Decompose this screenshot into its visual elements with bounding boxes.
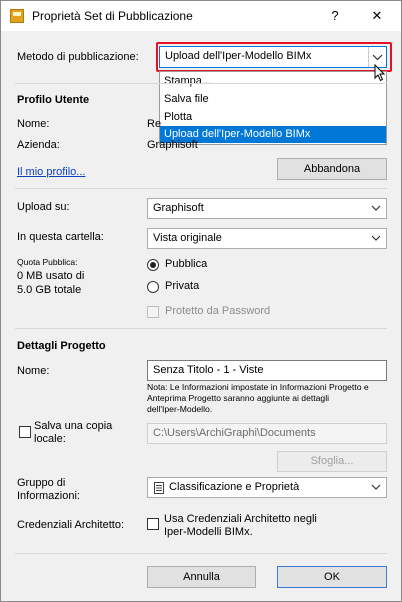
separator-1 [15,83,387,84]
save-copy-checkbox[interactable] [19,426,31,438]
password-checkbox[interactable] [147,306,159,318]
help-button[interactable]: ? [315,4,355,28]
method-select[interactable]: Upload dell'Iper-Modello BIMx [159,46,387,68]
profile-company-label: Azienda: [17,139,60,151]
folder-label: In questa cartella: [17,231,104,243]
save-copy-label-line2[interactable]: locale: [34,433,66,445]
credentials-checkbox-label-line2[interactable]: Iper-Modelli BIMx. [164,526,253,538]
save-copy-label-line1[interactable]: Salva una copia [34,420,112,432]
upload-to-select[interactable]: Graphisoft [147,198,387,219]
profile-company-value: Graphisoft [147,139,198,151]
public-radio-label[interactable]: Pubblica [165,258,207,270]
note-line-3: dell'Iper-Modello. [147,404,213,414]
project-heading: Dettagli Progetto [17,340,106,352]
info-group-select[interactable]: Classificazione e Proprietà [147,477,387,498]
upload-to-label: Upload su: [17,201,70,213]
method-label: Metodo di pubblicazione: [17,51,139,63]
profile-name-value: Re [147,118,162,130]
title-bar: Proprietà Set di Pubblicazione ? ✕ [1,1,401,31]
private-radio-label[interactable]: Privata [165,280,199,292]
note-line-1: Nota: Le Informazioni impostate in Infor… [147,382,369,392]
mouse-cursor-icon [374,64,386,82]
local-path-input[interactable]: C:\Users\ArchiGraphi\Documents [147,423,387,444]
method-option-print[interactable]: Stampa... [160,73,386,90]
project-name-input[interactable]: Senza Titolo - 1 - Viste [147,360,387,381]
method-selected-value: Upload dell'Iper-Modello BIMx [165,50,312,62]
chevron-down-icon [371,484,381,490]
local-path-value: C:\Users\ArchiGraphi\Documents [153,427,316,439]
method-option-save-file[interactable]: Salva file [160,91,386,108]
method-option-plot[interactable]: Plotta [160,109,386,126]
credentials-checkbox[interactable] [147,518,159,530]
credentials-label: Credenziali Architetto: [17,519,124,531]
close-button[interactable]: ✕ [357,4,397,28]
profile-heading: Profilo Utente [17,94,90,106]
public-radio[interactable] [147,259,159,271]
info-group-label-line1: Gruppo di [17,477,66,489]
abandon-button[interactable]: Abbandona [277,158,387,180]
separator-4 [15,553,387,554]
project-name-label: Nome: [17,365,50,377]
window-title: Proprietà Set di Pubblicazione [32,9,193,23]
info-group-value: Classificazione e Proprietà [169,481,300,493]
note-line-2: Anteprima Progetto saranno aggiunte ai d… [147,393,330,403]
separator-3 [15,328,387,329]
project-name-value: Senza Titolo - 1 - Viste [153,364,264,376]
separator-2 [15,188,387,189]
quota-used: 0 MB usato di [17,270,85,282]
private-radio[interactable] [147,281,159,293]
folder-value: Vista originale [153,232,222,244]
chevron-down-icon [371,205,381,211]
document-list-icon [154,482,164,494]
folder-select[interactable]: Vista originale [147,228,387,249]
info-group-label-line2: Informazioni: [17,490,80,502]
profile-name-label: Nome: [17,118,50,130]
credentials-checkbox-label-line1[interactable]: Usa Credenziali Architetto negli [164,513,317,525]
browse-button[interactable]: Sfoglia... [277,451,387,472]
my-profile-link[interactable]: Il mio profilo... [17,166,85,178]
quota-label: Quota Pubblica: [17,257,78,267]
project-info-note: Nota: Le Informazioni impostate in Infor… [147,382,387,415]
upload-to-value: Graphisoft [153,202,204,214]
cancel-button[interactable]: Annulla [147,566,256,588]
chevron-down-icon [371,235,381,241]
ok-button[interactable]: OK [277,566,387,588]
dialog-window: Proprietà Set di Pubblicazione ? ✕ Metod… [0,0,402,602]
archicad-app-icon [10,9,24,23]
password-checkbox-label: Protetto da Password [165,305,271,317]
quota-total: 5.0 GB totale [17,284,82,296]
